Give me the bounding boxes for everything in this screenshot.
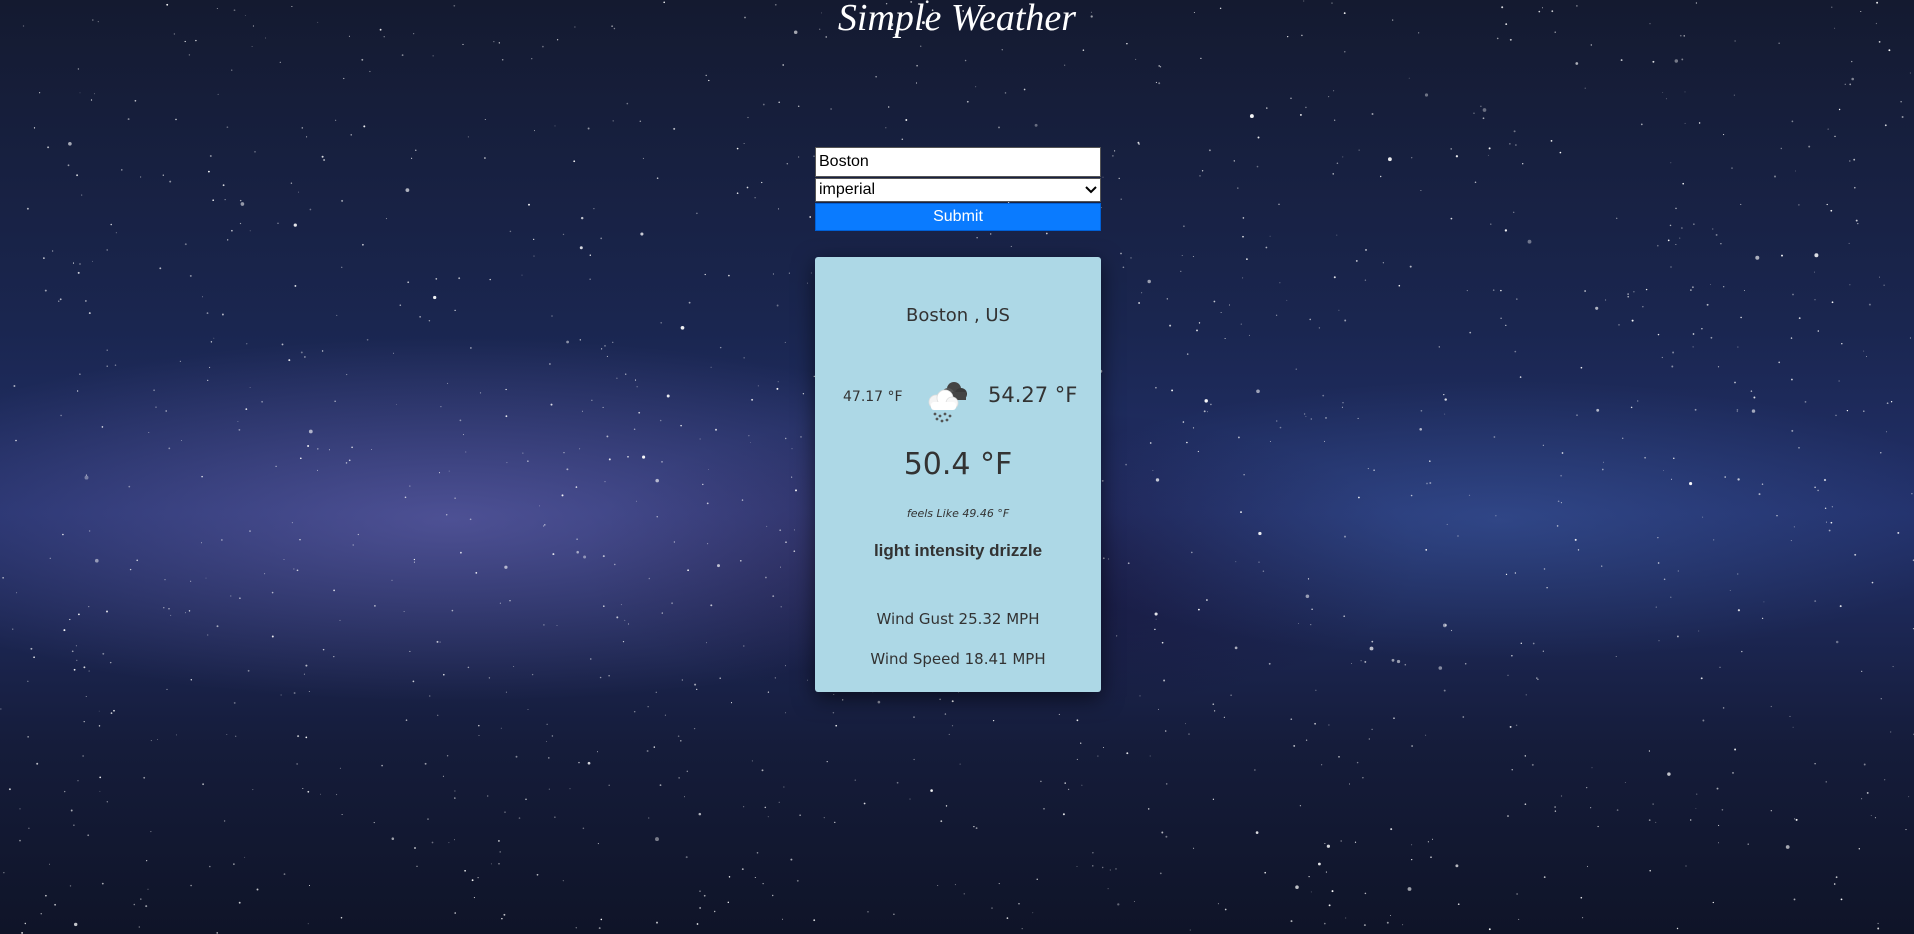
submit-button[interactable]: Submit: [815, 203, 1101, 231]
units-select-value: imperial: [819, 181, 876, 198]
city-input[interactable]: [815, 147, 1101, 177]
chevron-down-icon: [1085, 183, 1097, 197]
temperature-row: 47.17 °F 54.27 °F: [815, 377, 1101, 427]
app-title: Simple Weather: [837, 0, 1077, 39]
temp-min: 47.17 °F: [843, 389, 903, 405]
wind-speed: Wind Speed 18.41 MPH: [870, 650, 1046, 668]
wind-gust: Wind Gust 25.32 MPH: [876, 610, 1040, 628]
feels-like: feels Like 49.46 °F: [906, 507, 1010, 520]
weather-card: Boston , US 47.17 °F 54.27 °F 50.4 °F fe…: [815, 257, 1101, 692]
temp-max: 54.27 °F: [988, 383, 1078, 407]
units-select[interactable]: imperial: [815, 178, 1101, 202]
location-label: Boston , US: [906, 305, 1010, 326]
current-temperature: 50.4 °F: [903, 447, 1013, 482]
cloud-drizzle-icon: [921, 377, 971, 427]
weather-description: light intensity drizzle: [873, 541, 1043, 560]
search-form: imperial Submit: [815, 147, 1101, 231]
